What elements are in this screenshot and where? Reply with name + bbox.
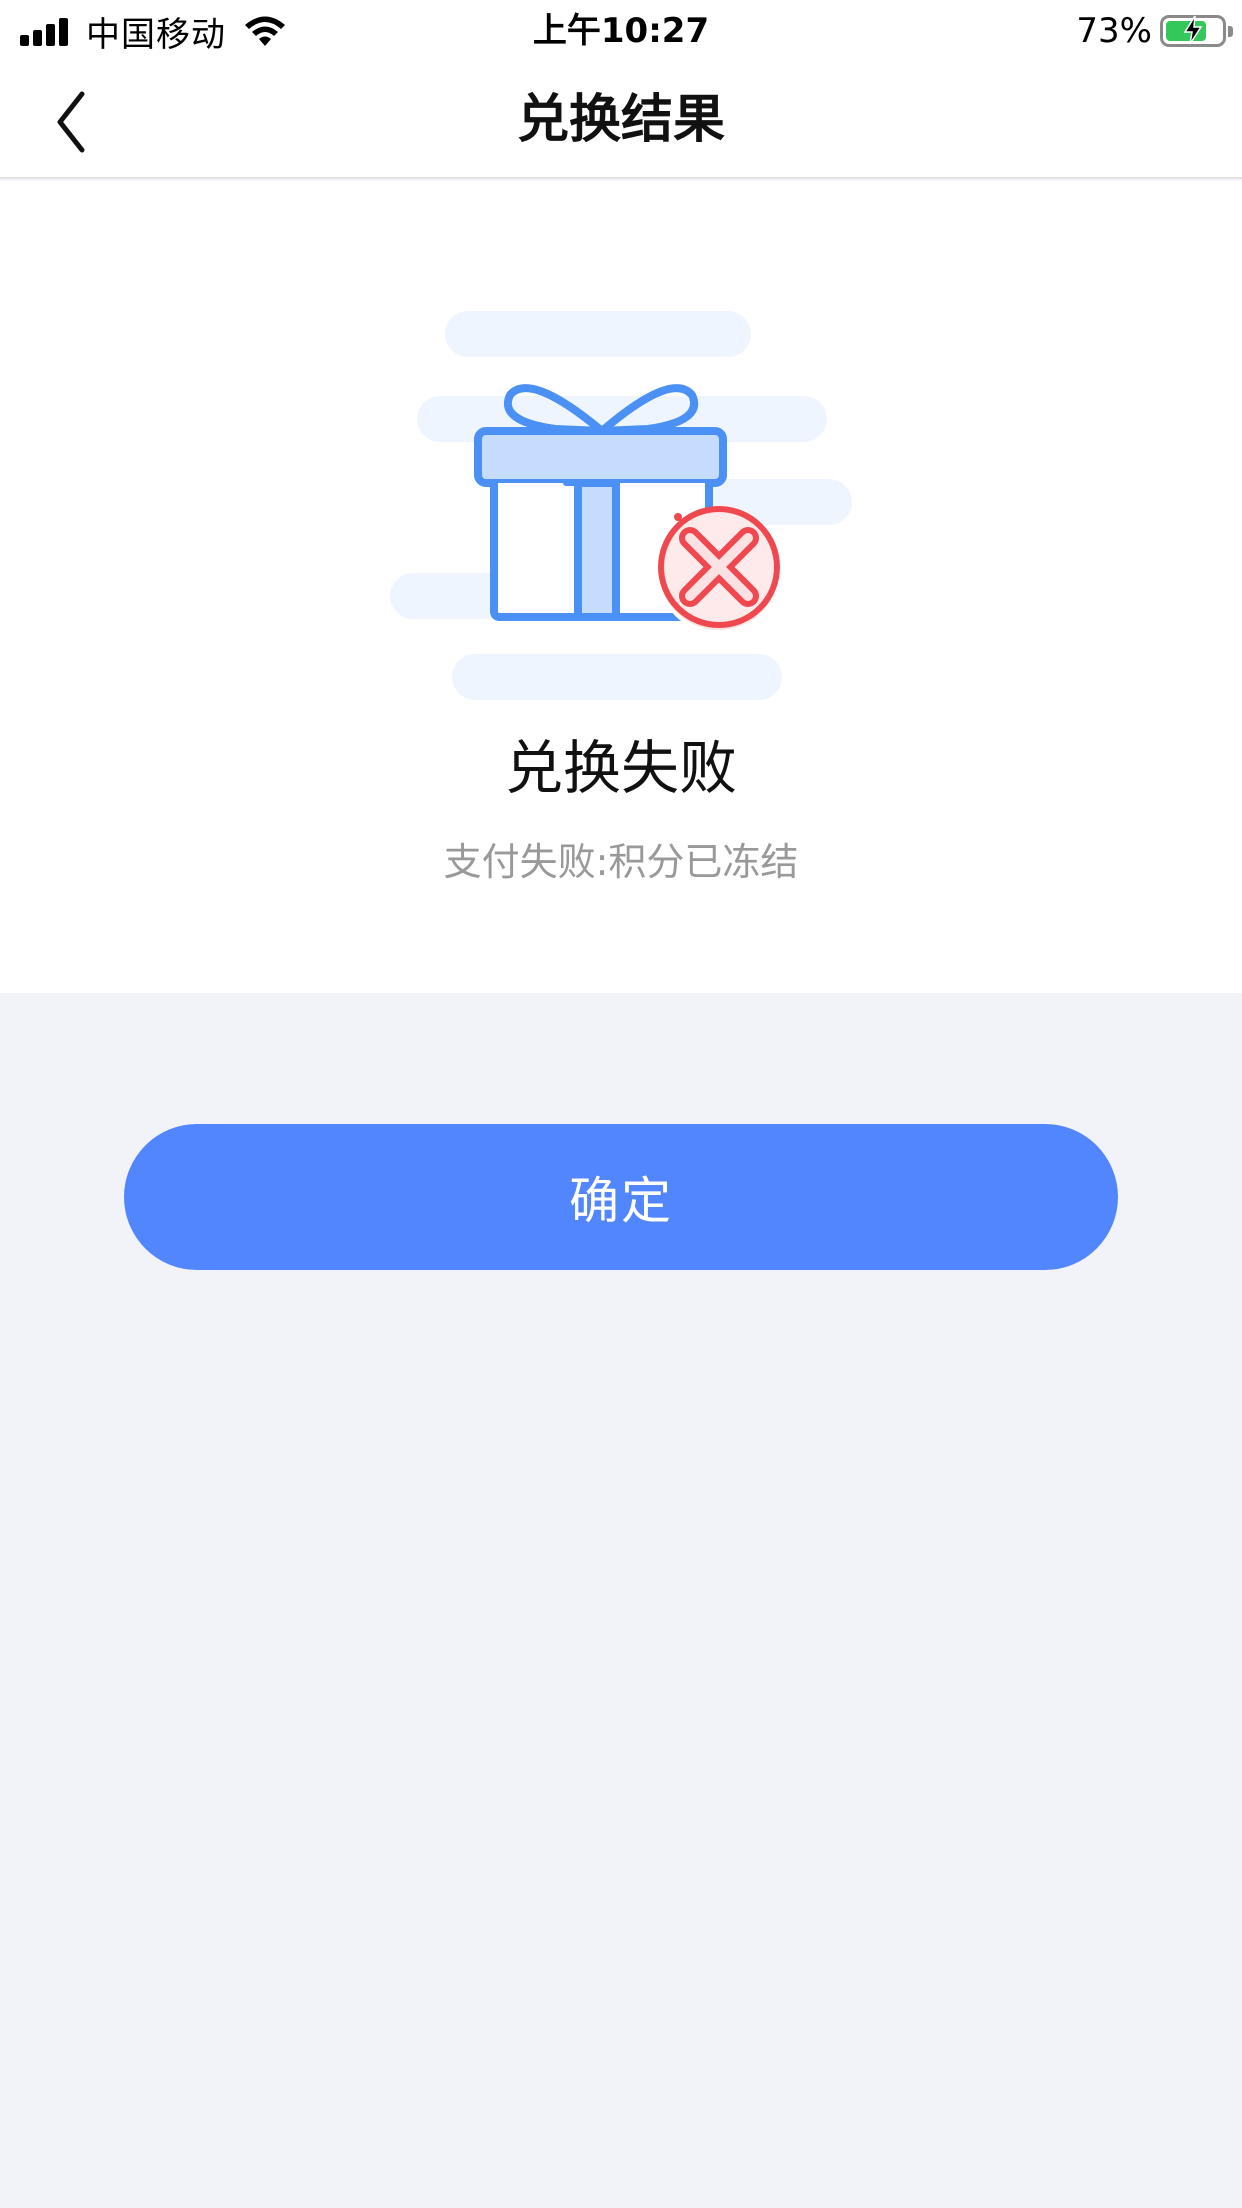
status-right: 73%	[1076, 8, 1233, 54]
confirm-button[interactable]: 确定	[124, 1124, 1118, 1270]
chevron-left-icon	[57, 91, 85, 153]
battery-icon	[1160, 15, 1233, 47]
result-title: 兑换失败	[504, 734, 737, 802]
battery-percent: 73%	[1076, 11, 1152, 51]
nav-bar: 兑换结果	[0, 62, 1242, 179]
result-message: 支付失败:积分已冻结	[443, 840, 799, 884]
page-title: 兑换结果	[516, 90, 725, 150]
status-time: 上午10:27	[532, 11, 710, 51]
gift-box-failed-icon	[390, 311, 852, 700]
screen: 中国移动 上午10:27 73% 兑换结果 兑换失败 支付失败:积分已冻结 确定	[0, 0, 1242, 2208]
result-card: 兑换失败 支付失败:积分已冻结	[0, 181, 1242, 993]
status-bar: 中国移动 上午10:27 73%	[0, 0, 1242, 62]
back-button[interactable]	[40, 82, 120, 162]
